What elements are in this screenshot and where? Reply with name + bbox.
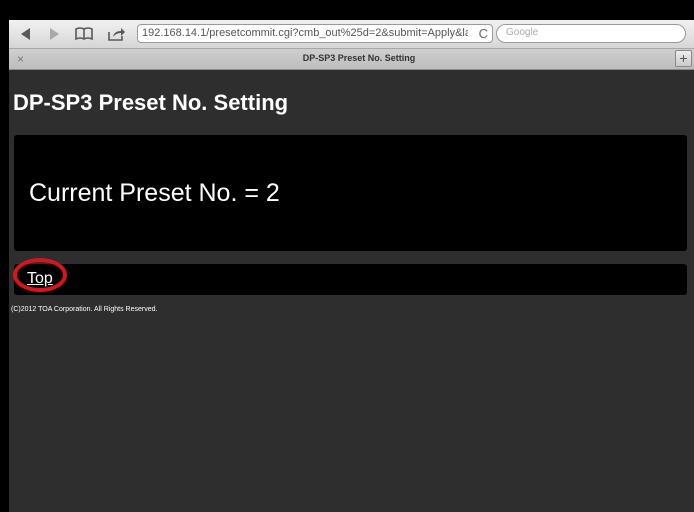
forward-arrow-icon — [50, 28, 59, 40]
screen-left-bezel — [0, 0, 9, 512]
page-content: DP-SP3 Preset No. Setting Current Preset… — [9, 70, 694, 512]
copyright-notice: (C)2012 TOA Corporation. All Rights Rese… — [11, 306, 158, 313]
forward-button[interactable] — [43, 24, 65, 44]
book-icon — [75, 27, 93, 41]
preset-panel: Current Preset No. = 2 — [14, 135, 687, 251]
url-text: 192.168.14.1/presetcommit.cgi?cmb_out%25… — [142, 27, 468, 39]
browser-toolbar: 192.168.14.1/presetcommit.cgi?cmb_out%25… — [9, 20, 694, 49]
share-icon — [108, 28, 125, 41]
tab-bar: × DP-SP3 Preset No. Setting + — [9, 49, 694, 70]
search-input[interactable]: Google — [496, 24, 686, 43]
tab-close-icon[interactable]: × — [17, 52, 24, 66]
back-arrow-icon — [21, 28, 30, 40]
new-tab-button[interactable]: + — [675, 50, 692, 67]
page-title: DP-SP3 Preset No. Setting — [13, 90, 289, 115]
tab-title[interactable]: DP-SP3 Preset No. Setting — [209, 53, 509, 63]
bookmarks-button[interactable] — [73, 24, 95, 44]
top-link[interactable]: Top — [27, 270, 53, 288]
back-button[interactable] — [15, 24, 37, 44]
browser-window: 192.168.14.1/presetcommit.cgi?cmb_out%25… — [9, 20, 694, 512]
screen-top-bezel — [0, 0, 694, 20]
share-button[interactable] — [105, 24, 127, 44]
reload-icon[interactable]: C — [479, 26, 488, 41]
search-placeholder: Google — [506, 27, 539, 38]
current-preset-label: Current Preset No. = 2 — [29, 179, 280, 207]
address-bar[interactable]: 192.168.14.1/presetcommit.cgi?cmb_out%25… — [137, 24, 493, 43]
navigation-panel: Top — [13, 258, 687, 295]
